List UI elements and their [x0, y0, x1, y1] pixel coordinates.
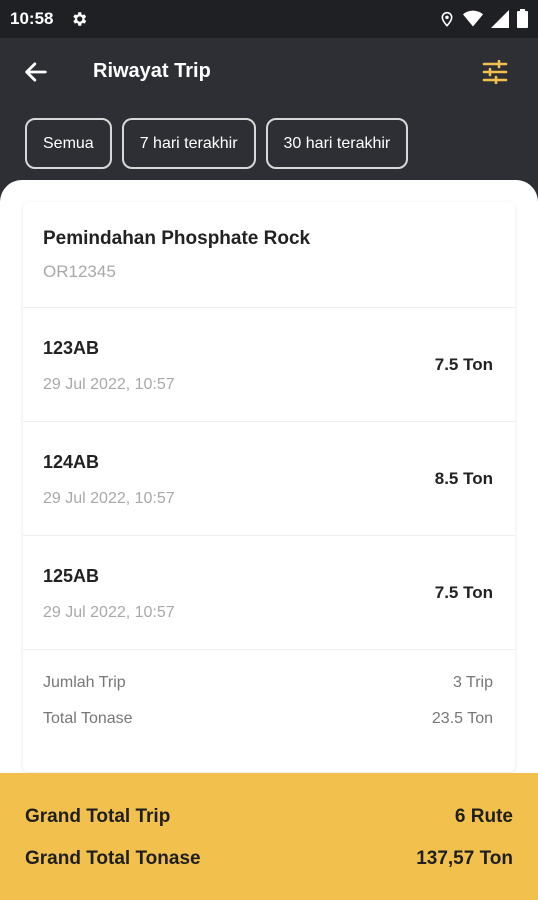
- order-header: Pemindahan Phosphate Rock OR12345: [23, 202, 515, 308]
- gear-icon: [70, 10, 88, 33]
- summary-trip-value: 3 Trip: [452, 674, 493, 691]
- grand-total-trip-label: Grand Total Trip: [25, 806, 171, 827]
- summary-tonase-line: Total Tonase 23.5 Ton: [43, 710, 493, 728]
- trip-plate: 124AB: [43, 452, 100, 472]
- wifi-icon: [463, 10, 483, 33]
- filter-sliders-icon[interactable]: [482, 59, 508, 85]
- summary-trip-line: Jumlah Trip 3 Trip: [43, 674, 493, 692]
- location-icon: [439, 10, 455, 33]
- grand-total-trip-line: Grand Total Trip 6 Rute: [25, 806, 513, 828]
- signal-icon: [491, 9, 509, 33]
- order-summary: Jumlah Trip 3 Trip Total Tonase 23.5 Ton: [23, 650, 515, 770]
- trip-tonnage: 8.5 Ton: [434, 469, 493, 488]
- grand-total-trip-value: 6 Rute: [454, 806, 513, 827]
- order-title: Pemindahan Phosphate Rock: [43, 228, 311, 249]
- summary-tonase-value: 23.5 Ton: [431, 710, 493, 727]
- order-code: OR12345: [43, 262, 116, 281]
- back-arrow-icon[interactable]: [22, 58, 50, 86]
- grand-total-panel: Grand Total Trip 6 Rute Grand Total Tona…: [0, 773, 538, 900]
- trip-plate: 125AB: [43, 566, 100, 586]
- filter-chip-all[interactable]: Semua: [25, 118, 112, 169]
- trip-row[interactable]: 124AB 29 Jul 2022, 10:57 8.5 Ton: [23, 422, 515, 536]
- grand-total-tonase-value: 137,57 Ton: [416, 848, 513, 869]
- filter-chip-7-days[interactable]: 7 hari terakhir: [121, 118, 256, 169]
- app-bar: Riwayat Trip: [0, 38, 538, 108]
- filter-chip-group: Semua 7 hari terakhir 30 hari terakhir: [25, 118, 409, 169]
- trip-tonnage: 7.5 Ton: [434, 355, 493, 374]
- order-card: Pemindahan Phosphate Rock OR12345 123AB …: [23, 202, 515, 772]
- trip-row[interactable]: 123AB 29 Jul 2022, 10:57 7.5 Ton: [23, 308, 515, 422]
- trip-datetime: 29 Jul 2022, 10:57: [43, 376, 175, 393]
- summary-tonase-label: Total Tonase: [43, 710, 133, 727]
- page-title: Riwayat Trip: [93, 60, 211, 82]
- summary-trip-label: Jumlah Trip: [43, 674, 126, 691]
- trip-row[interactable]: 125AB 29 Jul 2022, 10:57 7.5 Ton: [23, 536, 515, 650]
- trip-datetime: 29 Jul 2022, 10:57: [43, 490, 175, 507]
- filter-chip-30-days[interactable]: 30 hari terakhir: [265, 118, 409, 169]
- trip-tonnage: 7.5 Ton: [434, 583, 493, 602]
- grand-total-tonase-label: Grand Total Tonase: [25, 848, 201, 869]
- grand-total-tonase-line: Grand Total Tonase 137,57 Ton: [25, 848, 513, 870]
- trip-plate: 123AB: [43, 338, 100, 358]
- battery-icon: [517, 9, 528, 33]
- status-bar: 10:58: [0, 0, 538, 38]
- status-time: 10:58: [10, 9, 54, 28]
- trip-datetime: 29 Jul 2022, 10:57: [43, 604, 175, 621]
